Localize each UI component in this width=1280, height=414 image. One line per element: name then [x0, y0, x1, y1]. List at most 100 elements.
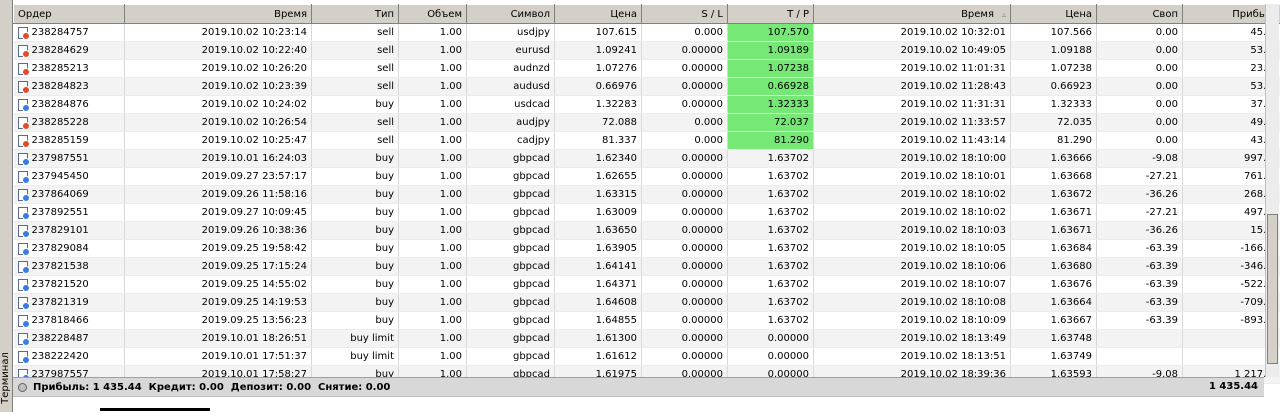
table-row[interactable]: 2382852132019.10.02 10:26:20sell1.00audn…	[14, 60, 1280, 78]
table-row[interactable]: 2378640692019.09.26 11:58:16buy1.00gbpca…	[14, 186, 1280, 204]
cell-open-price: 1.63315	[555, 186, 642, 204]
cell-order: 237987551	[14, 150, 125, 168]
cell-type: sell	[312, 24, 399, 42]
order-number: 238222420	[32, 351, 89, 362]
order-buy-icon	[18, 225, 28, 237]
cell-type: sell	[312, 78, 399, 96]
table-row[interactable]: 2382847572019.10.02 10:23:14sell1.00usdj…	[14, 24, 1280, 42]
cell-volume: 1.00	[399, 312, 467, 330]
cell-order: 238284876	[14, 96, 125, 114]
cell-volume: 1.00	[399, 78, 467, 96]
terminal-side-tab[interactable]: Терминал	[0, 0, 13, 412]
table-row[interactable]: 2378213192019.09.25 14:19:53buy1.00gbpca…	[14, 294, 1280, 312]
col-volume[interactable]: Объем	[399, 5, 467, 24]
cell-type: buy limit	[312, 330, 399, 348]
cell-close-price: 72.035	[1011, 114, 1097, 132]
order-status-dot-icon	[22, 158, 30, 166]
cell-volume: 1.00	[399, 276, 467, 294]
cell-volume: 1.00	[399, 240, 467, 258]
table-row[interactable]: 2378290842019.09.25 19:58:42buy1.00gbpca…	[14, 240, 1280, 258]
cell-volume: 1.00	[399, 96, 467, 114]
table-row[interactable]: 2382852282019.10.02 10:26:54sell1.00audj…	[14, 114, 1280, 132]
col-close-price[interactable]: Цена	[1011, 5, 1097, 24]
cell-tp: 1.63702	[728, 276, 814, 294]
cell-volume: 1.00	[399, 42, 467, 60]
cell-close-time: 2019.10.02 11:28:43	[814, 78, 1011, 96]
cell-symbol: gbpcad	[467, 330, 555, 348]
table-row[interactable]: 2379454502019.09.27 23:57:17buy1.00gbpca…	[14, 168, 1280, 186]
cell-open-time: 2019.09.26 10:38:36	[125, 222, 312, 240]
order-cell-wrap: 238285228	[18, 117, 121, 129]
table-row[interactable]: 2378215382019.09.25 17:15:24buy1.00gbpca…	[14, 258, 1280, 276]
cell-type: sell	[312, 60, 399, 78]
cell-order: 238222420	[14, 348, 125, 366]
table-row[interactable]: 2382224202019.10.01 17:51:37buy limit1.0…	[14, 348, 1280, 366]
cell-type: buy	[312, 258, 399, 276]
col-open-price[interactable]: Цена	[555, 5, 642, 24]
col-swap[interactable]: Своп	[1097, 5, 1183, 24]
cell-sl: 0.00000	[642, 150, 728, 168]
cell-open-time: 2019.09.27 10:09:45	[125, 204, 312, 222]
order-buy-icon	[18, 207, 28, 219]
cell-close-price: 107.566	[1011, 24, 1097, 42]
cell-tp: 1.63702	[728, 240, 814, 258]
table-row[interactable]: 2382851592019.10.02 10:25:47sell1.00cadj…	[14, 132, 1280, 150]
table-row[interactable]: 2378925512019.09.27 10:09:45buy1.00gbpca…	[14, 204, 1280, 222]
cell-volume: 1.00	[399, 24, 467, 42]
cell-open-price: 1.62655	[555, 168, 642, 186]
table-row[interactable]: 2382846292019.10.02 10:22:40sell1.00euru…	[14, 42, 1280, 60]
cell-tp: 1.63702	[728, 294, 814, 312]
cell-close-price: 1.07238	[1011, 60, 1097, 78]
table-row[interactable]: 2378184662019.09.25 13:56:23buy1.00gbpca…	[14, 312, 1280, 330]
cell-tp: 1.63702	[728, 258, 814, 276]
order-buy-icon	[18, 333, 28, 345]
table-row[interactable]: 2382848762019.10.02 10:24:02buy1.00usdca…	[14, 96, 1280, 114]
cell-open-price: 1.64141	[555, 258, 642, 276]
cell-close-price: 1.63680	[1011, 258, 1097, 276]
cell-tp: 1.07238	[728, 60, 814, 78]
cell-symbol: gbpcad	[467, 204, 555, 222]
cell-close-time: 2019.10.02 18:10:06	[814, 258, 1011, 276]
cell-tp: 1.63702	[728, 204, 814, 222]
cell-open-time: 2019.10.02 10:23:14	[125, 24, 312, 42]
scrollbar-thumb[interactable]	[1267, 214, 1278, 364]
col-symbol[interactable]: Символ	[467, 5, 555, 24]
table-row[interactable]: 2382848232019.10.02 10:23:39sell1.00audu…	[14, 78, 1280, 96]
cell-symbol: gbpcad	[467, 222, 555, 240]
table-row[interactable]: 2382284872019.10.01 18:26:51buy limit1.0…	[14, 330, 1280, 348]
col-open-time[interactable]: Время	[125, 5, 312, 24]
col-type[interactable]: Тип	[312, 5, 399, 24]
cell-sl: 0.00000	[642, 240, 728, 258]
cell-open-price: 107.615	[555, 24, 642, 42]
cell-volume: 1.00	[399, 330, 467, 348]
col-tp[interactable]: T / P	[728, 5, 814, 24]
cell-open-time: 2019.10.02 10:23:39	[125, 78, 312, 96]
table-row[interactable]: 2378215202019.09.25 14:55:02buy1.00gbpca…	[14, 276, 1280, 294]
order-cell-wrap: 238285159	[18, 135, 121, 147]
cell-swap: -63.39	[1097, 276, 1183, 294]
vertical-scrollbar[interactable]	[1265, 4, 1279, 377]
table-row[interactable]: 2379875512019.10.01 16:24:03buy1.00gbpca…	[14, 150, 1280, 168]
order-number: 237987551	[32, 153, 89, 164]
order-number: 237945450	[32, 171, 89, 182]
order-sell-icon	[18, 135, 28, 147]
sort-arrow-icon: ▵	[1002, 10, 1006, 19]
order-sell-icon	[18, 117, 28, 129]
cell-close-time: 2019.10.02 18:10:07	[814, 276, 1011, 294]
order-cell-wrap: 238284823	[18, 81, 121, 93]
cell-type: buy	[312, 294, 399, 312]
cell-open-price: 1.63650	[555, 222, 642, 240]
order-cell-wrap: 238284757	[18, 27, 121, 39]
col-order[interactable]: Ордер	[14, 5, 125, 24]
table-row[interactable]: 2378291012019.09.26 10:38:36buy1.00gbpca…	[14, 222, 1280, 240]
col-sl[interactable]: S / L	[642, 5, 728, 24]
order-cell-wrap: 237987551	[18, 153, 121, 165]
cell-volume: 1.00	[399, 258, 467, 276]
cell-close-price: 81.290	[1011, 132, 1097, 150]
cell-open-time: 2019.10.02 10:22:40	[125, 42, 312, 60]
cell-order: 238284629	[14, 42, 125, 60]
order-status-dot-icon	[22, 140, 30, 148]
cell-volume: 1.00	[399, 168, 467, 186]
col-close-time-label: Время	[961, 9, 994, 20]
col-close-time[interactable]: Время ▵	[814, 5, 1011, 24]
